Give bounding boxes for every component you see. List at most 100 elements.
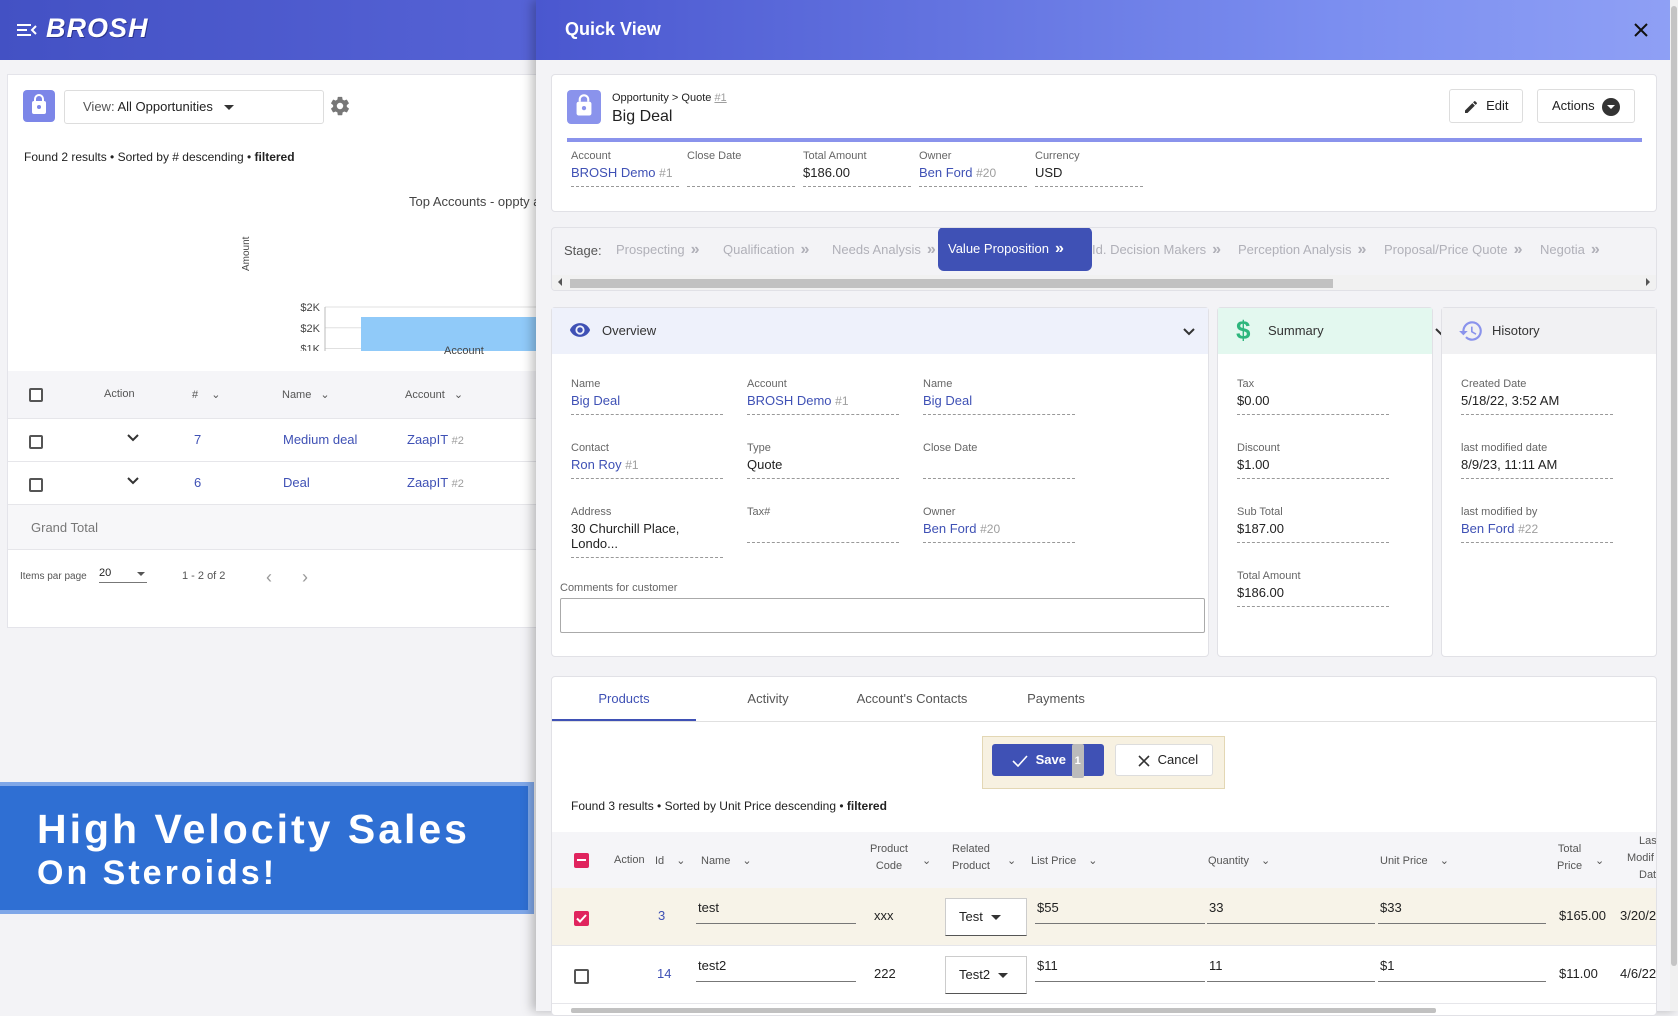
sort-chevron-icon[interactable]: ⌄ [922, 854, 931, 867]
stage-item[interactable]: Id. Decision Makers » [1092, 228, 1230, 272]
related-product-select[interactable]: Test2 [945, 956, 1027, 994]
comments-field[interactable] [560, 598, 1205, 633]
product-row[interactable]: 3 test xxx Test $55 33 $33 $165.00 3/20/2 [552, 888, 1656, 946]
list-price-input[interactable]: $55 [1035, 900, 1205, 924]
scroll-left-icon[interactable] [558, 278, 562, 286]
overview-value[interactable]: Big Deal [571, 393, 723, 408]
collapse-chevron-icon[interactable] [1182, 325, 1196, 342]
row-checkbox[interactable] [29, 478, 43, 492]
overview-value[interactable]: BROSH Demo #1 [747, 393, 899, 408]
unit-price-input[interactable]: $33 [1378, 900, 1546, 924]
sort-chevron-icon[interactable]: ⌄ [1595, 854, 1604, 867]
row-account-link[interactable]: ZaapIT [407, 432, 448, 447]
tab-accounts-contacts[interactable]: Account's Contacts [840, 677, 984, 721]
select-all-indeterminate-checkbox[interactable] [574, 853, 589, 868]
product-name-input[interactable]: test2 [696, 958, 856, 982]
next-page-icon[interactable]: › [302, 567, 308, 588]
col-number[interactable]: # ⌄ [192, 388, 220, 401]
table-row[interactable]: 6 Deal ZaapIT #2 [8, 462, 548, 505]
stage-scrollbar[interactable] [552, 275, 1656, 290]
stage-item[interactable]: Prospecting » [616, 228, 716, 272]
row-checkbox[interactable] [29, 435, 43, 449]
col-related-product[interactable]: Related Product [952, 841, 990, 875]
header-value[interactable]: BROSH Demo #1 [571, 165, 679, 180]
select-all-checkbox[interactable] [29, 388, 43, 402]
quantity-input[interactable]: 33 [1207, 900, 1375, 924]
row-checkbox[interactable] [574, 911, 589, 926]
tab-activity[interactable]: Activity [696, 677, 840, 721]
cancel-button[interactable]: Cancel [1115, 744, 1213, 776]
tab-payments[interactable]: Payments [984, 677, 1128, 721]
row-account[interactable]: ZaapIT #2 [407, 475, 464, 490]
header-link[interactable]: BROSH Demo [571, 165, 656, 180]
stage-item[interactable]: Perception Analysis » [1238, 228, 1376, 272]
row-name[interactable]: Deal [283, 475, 310, 490]
product-id-link[interactable]: 3 [658, 908, 665, 923]
tab-products[interactable]: Products [552, 677, 696, 721]
col-last-modified[interactable]: Las Modif Dat [1627, 833, 1656, 884]
actions-button[interactable]: Actions [1537, 89, 1635, 123]
header-label: Account [571, 150, 611, 162]
row-expand-chevron-icon[interactable] [126, 474, 140, 491]
brand-logo[interactable]: BROSH [46, 13, 149, 44]
col-account[interactable]: Account ⌄ [405, 388, 463, 401]
stage-item[interactable]: Qualification » [723, 228, 823, 272]
product-id-link[interactable]: 14 [657, 966, 671, 981]
menu-collapse-icon[interactable] [17, 22, 37, 38]
product-name-input[interactable]: test [696, 900, 856, 924]
history-header[interactable]: Hisotory [1442, 308, 1656, 354]
edit-button[interactable]: Edit [1449, 89, 1523, 123]
overview-value[interactable]: Big Deal [923, 393, 1075, 408]
prev-page-icon[interactable]: ‹ [266, 567, 272, 588]
scrollbar[interactable] [1670, 0, 1678, 1011]
list-price-input[interactable]: $11 [1035, 958, 1205, 982]
overview-link[interactable]: Ben Ford [923, 521, 976, 536]
header-link[interactable]: Ben Ford [919, 165, 972, 180]
history-value[interactable]: Ben Ford #22 [1461, 521, 1613, 536]
stage-item[interactable]: Value Proposition » [938, 228, 1092, 271]
row-checkbox[interactable] [574, 969, 589, 984]
overview-value[interactable]: Ron Roy #1 [571, 457, 723, 472]
row-name[interactable]: Medium deal [283, 432, 357, 447]
header-value[interactable]: Ben Ford #20 [919, 165, 1027, 180]
related-product-select[interactable]: Test [945, 898, 1027, 936]
summary-header[interactable]: $ Summary [1218, 308, 1442, 354]
table-row[interactable]: 7 Medium deal ZaapIT #2 [8, 419, 548, 462]
view-selector[interactable]: View: All Opportunities [64, 90, 324, 124]
stage-item[interactable]: Proposal/Price Quote » [1384, 228, 1532, 272]
row-number[interactable]: 7 [194, 432, 201, 447]
header-label: Close Date [687, 150, 742, 162]
scroll-thumb[interactable] [570, 279, 1333, 288]
unit-price-input[interactable]: $1 [1378, 958, 1546, 982]
stage-item[interactable]: Needs Analysis » [832, 228, 940, 272]
row-account[interactable]: ZaapIT #2 [407, 432, 464, 447]
overview-link[interactable]: Big Deal [571, 393, 620, 408]
row-account-link[interactable]: ZaapIT [407, 475, 448, 490]
product-row[interactable]: 14 test2 222 Test2 $11 11 $1 $11.00 4/6/22 [552, 946, 1656, 1004]
history-link[interactable]: Ben Ford [1461, 521, 1514, 536]
col-id[interactable]: Id ⌄ [655, 854, 685, 867]
row-number[interactable]: 6 [194, 475, 201, 490]
col-list-price[interactable]: List Price ⌄ [1031, 854, 1097, 867]
col-quantity[interactable]: Quantity ⌄ [1208, 854, 1270, 867]
row-expand-chevron-icon[interactable] [126, 431, 140, 448]
settings-gear-icon[interactable] [329, 95, 351, 120]
overview-link[interactable]: Big Deal [923, 393, 972, 408]
products-filter: filtered [846, 799, 887, 813]
col-name[interactable]: Name ⌄ [701, 854, 752, 867]
overview-link[interactable]: Ron Roy [571, 457, 622, 472]
col-product-code[interactable]: Product Code [870, 841, 908, 875]
scroll-right-icon[interactable] [1646, 278, 1650, 286]
sort-chevron-icon[interactable]: ⌄ [1007, 854, 1016, 867]
close-icon[interactable] [1633, 22, 1649, 41]
col-total-price[interactable]: Total Price [1557, 841, 1582, 875]
overview-header[interactable]: Overview [552, 308, 1208, 354]
items-per-page-select[interactable]: 20 [99, 567, 147, 583]
stage-item[interactable]: Negotia » [1540, 228, 1630, 272]
col-unit-price[interactable]: Unit Price ⌄ [1380, 854, 1449, 867]
overview-value[interactable]: Ben Ford #20 [923, 521, 1075, 536]
save-button[interactable]: Save 1 [992, 744, 1104, 778]
quantity-input[interactable]: 11 [1207, 958, 1375, 982]
overview-link[interactable]: BROSH Demo [747, 393, 832, 408]
col-name[interactable]: Name ⌄ [282, 388, 330, 401]
